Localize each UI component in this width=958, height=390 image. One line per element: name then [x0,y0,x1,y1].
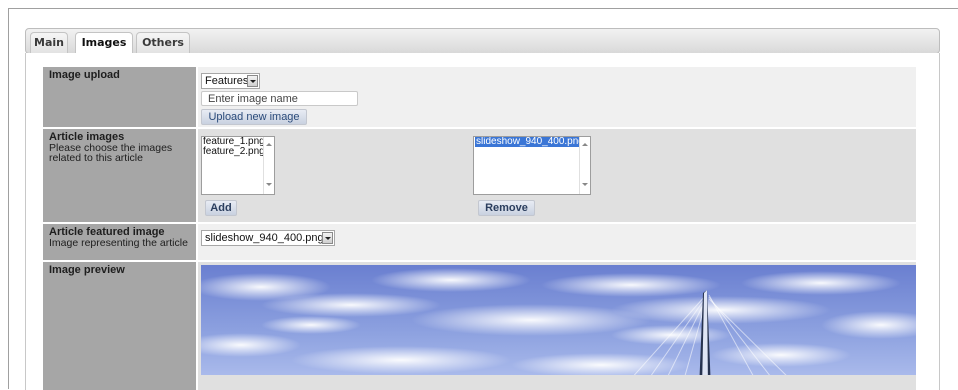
featured-image-description: Image representing the article [49,237,188,249]
image-upload-row: Image upload Features Enter image name U… [43,67,916,127]
image-type-select-value: Features [205,75,249,87]
featured-image-row: Article featured image Image representin… [43,224,916,260]
tab-others[interactable]: Others [136,32,190,53]
image-type-select[interactable]: Features [201,73,260,89]
featured-image-select[interactable]: slideshow_940_400.png [201,230,335,246]
image-preview-row: Image preview [43,262,916,390]
image-preview-area [198,262,916,390]
article-images-controls: feature_1.png feature_2.png Add slidesho… [198,129,916,222]
image-preview-title: Image preview [49,264,125,276]
featured-image-controls: slideshow_940_400.png [198,224,916,260]
image-name-input[interactable]: Enter image name [201,91,358,106]
dropdown-arrow-icon [247,75,258,87]
selected-images-list[interactable]: slideshow_940_400.png [473,136,591,195]
scrollbar[interactable] [579,137,590,194]
image-upload-title: Image upload [49,69,120,81]
scroll-down-icon [266,183,272,186]
preview-image [201,265,916,375]
remove-image-button[interactable]: Remove [478,200,535,216]
available-images-list[interactable]: feature_1.png feature_2.png [201,136,275,195]
image-upload-controls: Features Enter image name Upload new ima… [198,67,916,127]
scroll-up-icon [582,143,588,146]
selected-image-item[interactable]: slideshow_940_400.png [475,137,585,147]
tab-bar: Main Images Others [25,28,940,54]
scroll-up-icon [266,143,272,146]
featured-image-select-value: slideshow_940_400.png [205,232,324,244]
image-upload-label: Image upload [43,67,196,127]
featured-image-label: Article featured image Image representin… [43,224,196,260]
upload-new-image-button[interactable]: Upload new image [201,109,307,125]
article-images-row: Article images Please choose the images … [43,129,916,222]
image-preview-label: Image preview [43,262,196,390]
scrollbar[interactable] [263,137,274,194]
add-image-button[interactable]: Add [205,200,237,216]
scroll-down-icon [582,183,588,186]
article-images-label: Article images Please choose the images … [43,129,196,222]
tab-images[interactable]: Images [75,32,133,54]
dropdown-arrow-icon [322,232,333,244]
tab-main[interactable]: Main [30,32,68,53]
article-images-description: Please choose the images related to this… [49,142,173,164]
